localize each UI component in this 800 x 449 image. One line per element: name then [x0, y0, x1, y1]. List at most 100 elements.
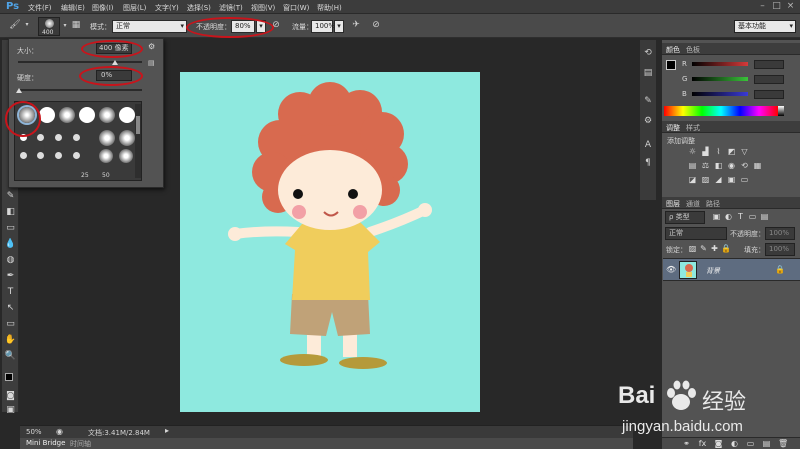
- zoom-level[interactable]: 50%: [26, 428, 42, 436]
- link-layers-icon[interactable]: ⚭: [682, 440, 691, 448]
- color-lookup-icon[interactable]: ▦: [753, 162, 762, 170]
- hue-saturation-icon[interactable]: ▤: [688, 162, 697, 170]
- tab-paths[interactable]: 路径: [706, 199, 720, 209]
- small-brush-preset[interactable]: [55, 152, 62, 159]
- gradient-tool-icon[interactable]: ▭: [4, 222, 17, 234]
- green-value-input[interactable]: [754, 75, 784, 84]
- levels-icon[interactable]: ▟: [701, 148, 710, 156]
- color-balance-icon[interactable]: ⚖: [701, 162, 710, 170]
- chevron-down-icon[interactable]: ▾: [62, 21, 68, 31]
- gradient-map-icon[interactable]: ▭: [740, 176, 749, 184]
- chevron-down-icon[interactable]: ▾: [24, 20, 30, 30]
- brightness-icon[interactable]: ☼: [688, 148, 697, 156]
- clone-source-icon[interactable]: ⚙: [642, 116, 654, 126]
- layer-row-background[interactable]: 👁 背景 🔒: [663, 258, 800, 281]
- small-brush-preset[interactable]: [73, 152, 80, 159]
- dodge-tool-icon[interactable]: ◍: [4, 254, 17, 266]
- small-brush-preset[interactable]: [73, 134, 80, 141]
- canvas[interactable]: [180, 72, 480, 412]
- adjustment-layer-icon[interactable]: ◐: [730, 440, 739, 448]
- tab-styles[interactable]: 样式: [686, 123, 700, 133]
- lock-pixels-icon[interactable]: ✎: [699, 245, 708, 253]
- minimize-button[interactable]: –: [756, 0, 769, 12]
- tab-channels[interactable]: 通道: [686, 199, 700, 209]
- menu-window[interactable]: 窗口(W): [283, 3, 309, 13]
- quick-mask-icon[interactable]: ◙: [4, 390, 17, 402]
- exposure-icon[interactable]: ◩: [727, 148, 736, 156]
- color-spectrum-ramp[interactable]: [664, 106, 778, 116]
- small-brush-preset[interactable]: [37, 134, 44, 141]
- pen-tool-icon[interactable]: ✒: [4, 270, 17, 282]
- size-slider-track[interactable]: [18, 61, 142, 63]
- hard-round-brush-preset[interactable]: [79, 107, 95, 123]
- new-group-icon[interactable]: ▭: [746, 440, 755, 448]
- soft-round-brush-preset[interactable]: [119, 130, 135, 146]
- soft-round-brush-preset[interactable]: [119, 149, 133, 163]
- lock-all-icon[interactable]: 🔒: [721, 245, 731, 253]
- menu-help[interactable]: 帮助(H): [317, 3, 342, 13]
- brush-preset-picker[interactable]: 400: [38, 17, 60, 36]
- small-brush-preset[interactable]: [20, 152, 27, 159]
- hard-round-brush-preset[interactable]: [39, 107, 55, 123]
- foreground-color-swatch[interactable]: [5, 373, 13, 381]
- screen-mode-icon[interactable]: ▣: [4, 404, 17, 416]
- tab-color[interactable]: 颜色: [666, 45, 680, 55]
- blur-tool-icon[interactable]: 💧: [4, 238, 17, 250]
- soft-round-brush-preset[interactable]: [59, 107, 75, 123]
- menu-select[interactable]: 选择(S): [187, 3, 211, 13]
- soft-round-brush-preset[interactable]: [99, 107, 115, 123]
- layer-mask-icon[interactable]: ◙: [714, 440, 723, 448]
- maximize-button[interactable]: □: [770, 0, 783, 12]
- hard-round-brush-preset[interactable]: [119, 107, 135, 123]
- layer-opacity-input[interactable]: 100%: [765, 227, 795, 240]
- brush-tool-icon[interactable]: ✎: [4, 190, 17, 202]
- soft-round-brush-preset[interactable]: [99, 130, 115, 146]
- channel-mixer-icon[interactable]: ⟲: [740, 162, 749, 170]
- tab-timeline[interactable]: 时间轴: [70, 439, 91, 449]
- eraser-tool-icon[interactable]: ◧: [4, 206, 17, 218]
- filter-shape-icon[interactable]: ▭: [748, 213, 757, 221]
- pressure-size-icon[interactable]: ⊘: [370, 20, 382, 30]
- lock-transparency-icon[interactable]: ▨: [688, 245, 697, 253]
- brush-panel-toggle-icon[interactable]: ▦: [70, 20, 82, 30]
- shape-tool-icon[interactable]: ▭: [4, 318, 17, 330]
- new-layer-icon[interactable]: ▤: [762, 440, 771, 448]
- filter-pixel-icon[interactable]: ▣: [712, 213, 721, 221]
- hardness-slider-knob[interactable]: [16, 88, 22, 93]
- mode-select[interactable]: 正常 ▾: [112, 20, 187, 33]
- black-white-icon[interactable]: ◧: [714, 162, 723, 170]
- small-brush-preset[interactable]: [37, 152, 44, 159]
- menu-filter[interactable]: 滤镜(T): [219, 3, 243, 13]
- gear-icon[interactable]: ⚙: [148, 42, 155, 51]
- type-tool-icon[interactable]: T: [4, 286, 17, 298]
- posterize-icon[interactable]: ▨: [701, 176, 710, 184]
- blue-slider[interactable]: [692, 92, 748, 96]
- red-value-input[interactable]: [754, 60, 784, 69]
- trash-icon[interactable]: 🗑: [778, 440, 788, 448]
- flow-input[interactable]: 100%: [311, 20, 335, 33]
- airbrush-icon[interactable]: ✈: [350, 20, 362, 30]
- curves-icon[interactable]: ⌇: [714, 148, 723, 156]
- invert-icon[interactable]: ◪: [688, 176, 697, 184]
- menu-type[interactable]: 文字(Y): [155, 3, 179, 13]
- vibrance-icon[interactable]: ▽: [740, 148, 749, 156]
- blue-value-input[interactable]: [754, 90, 784, 99]
- zoom-tool-icon[interactable]: 🔍: [4, 350, 17, 362]
- tab-layers[interactable]: 图层: [666, 199, 680, 209]
- properties-icon[interactable]: ▤: [642, 68, 654, 78]
- character-icon[interactable]: A: [642, 140, 654, 150]
- selective-color-icon[interactable]: ▣: [727, 176, 736, 184]
- layer-filter-select[interactable]: ρ 类型: [665, 211, 705, 224]
- layer-style-icon[interactable]: fx: [698, 440, 707, 448]
- eye-icon[interactable]: 👁: [666, 265, 676, 274]
- threshold-icon[interactable]: ◢: [714, 176, 723, 184]
- menu-view[interactable]: 视图(V): [251, 3, 275, 13]
- blend-mode-select[interactable]: 正常: [665, 227, 727, 240]
- brush-tool-icon[interactable]: 🖌: [8, 20, 22, 30]
- small-brush-preset[interactable]: [55, 134, 62, 141]
- menu-edit[interactable]: 编辑(E): [61, 3, 85, 13]
- hand-tool-icon[interactable]: ✋: [4, 334, 17, 346]
- filter-smart-icon[interactable]: ▤: [760, 213, 769, 221]
- preset-scrollbar[interactable]: [135, 104, 141, 178]
- path-select-tool-icon[interactable]: ↖: [4, 302, 17, 314]
